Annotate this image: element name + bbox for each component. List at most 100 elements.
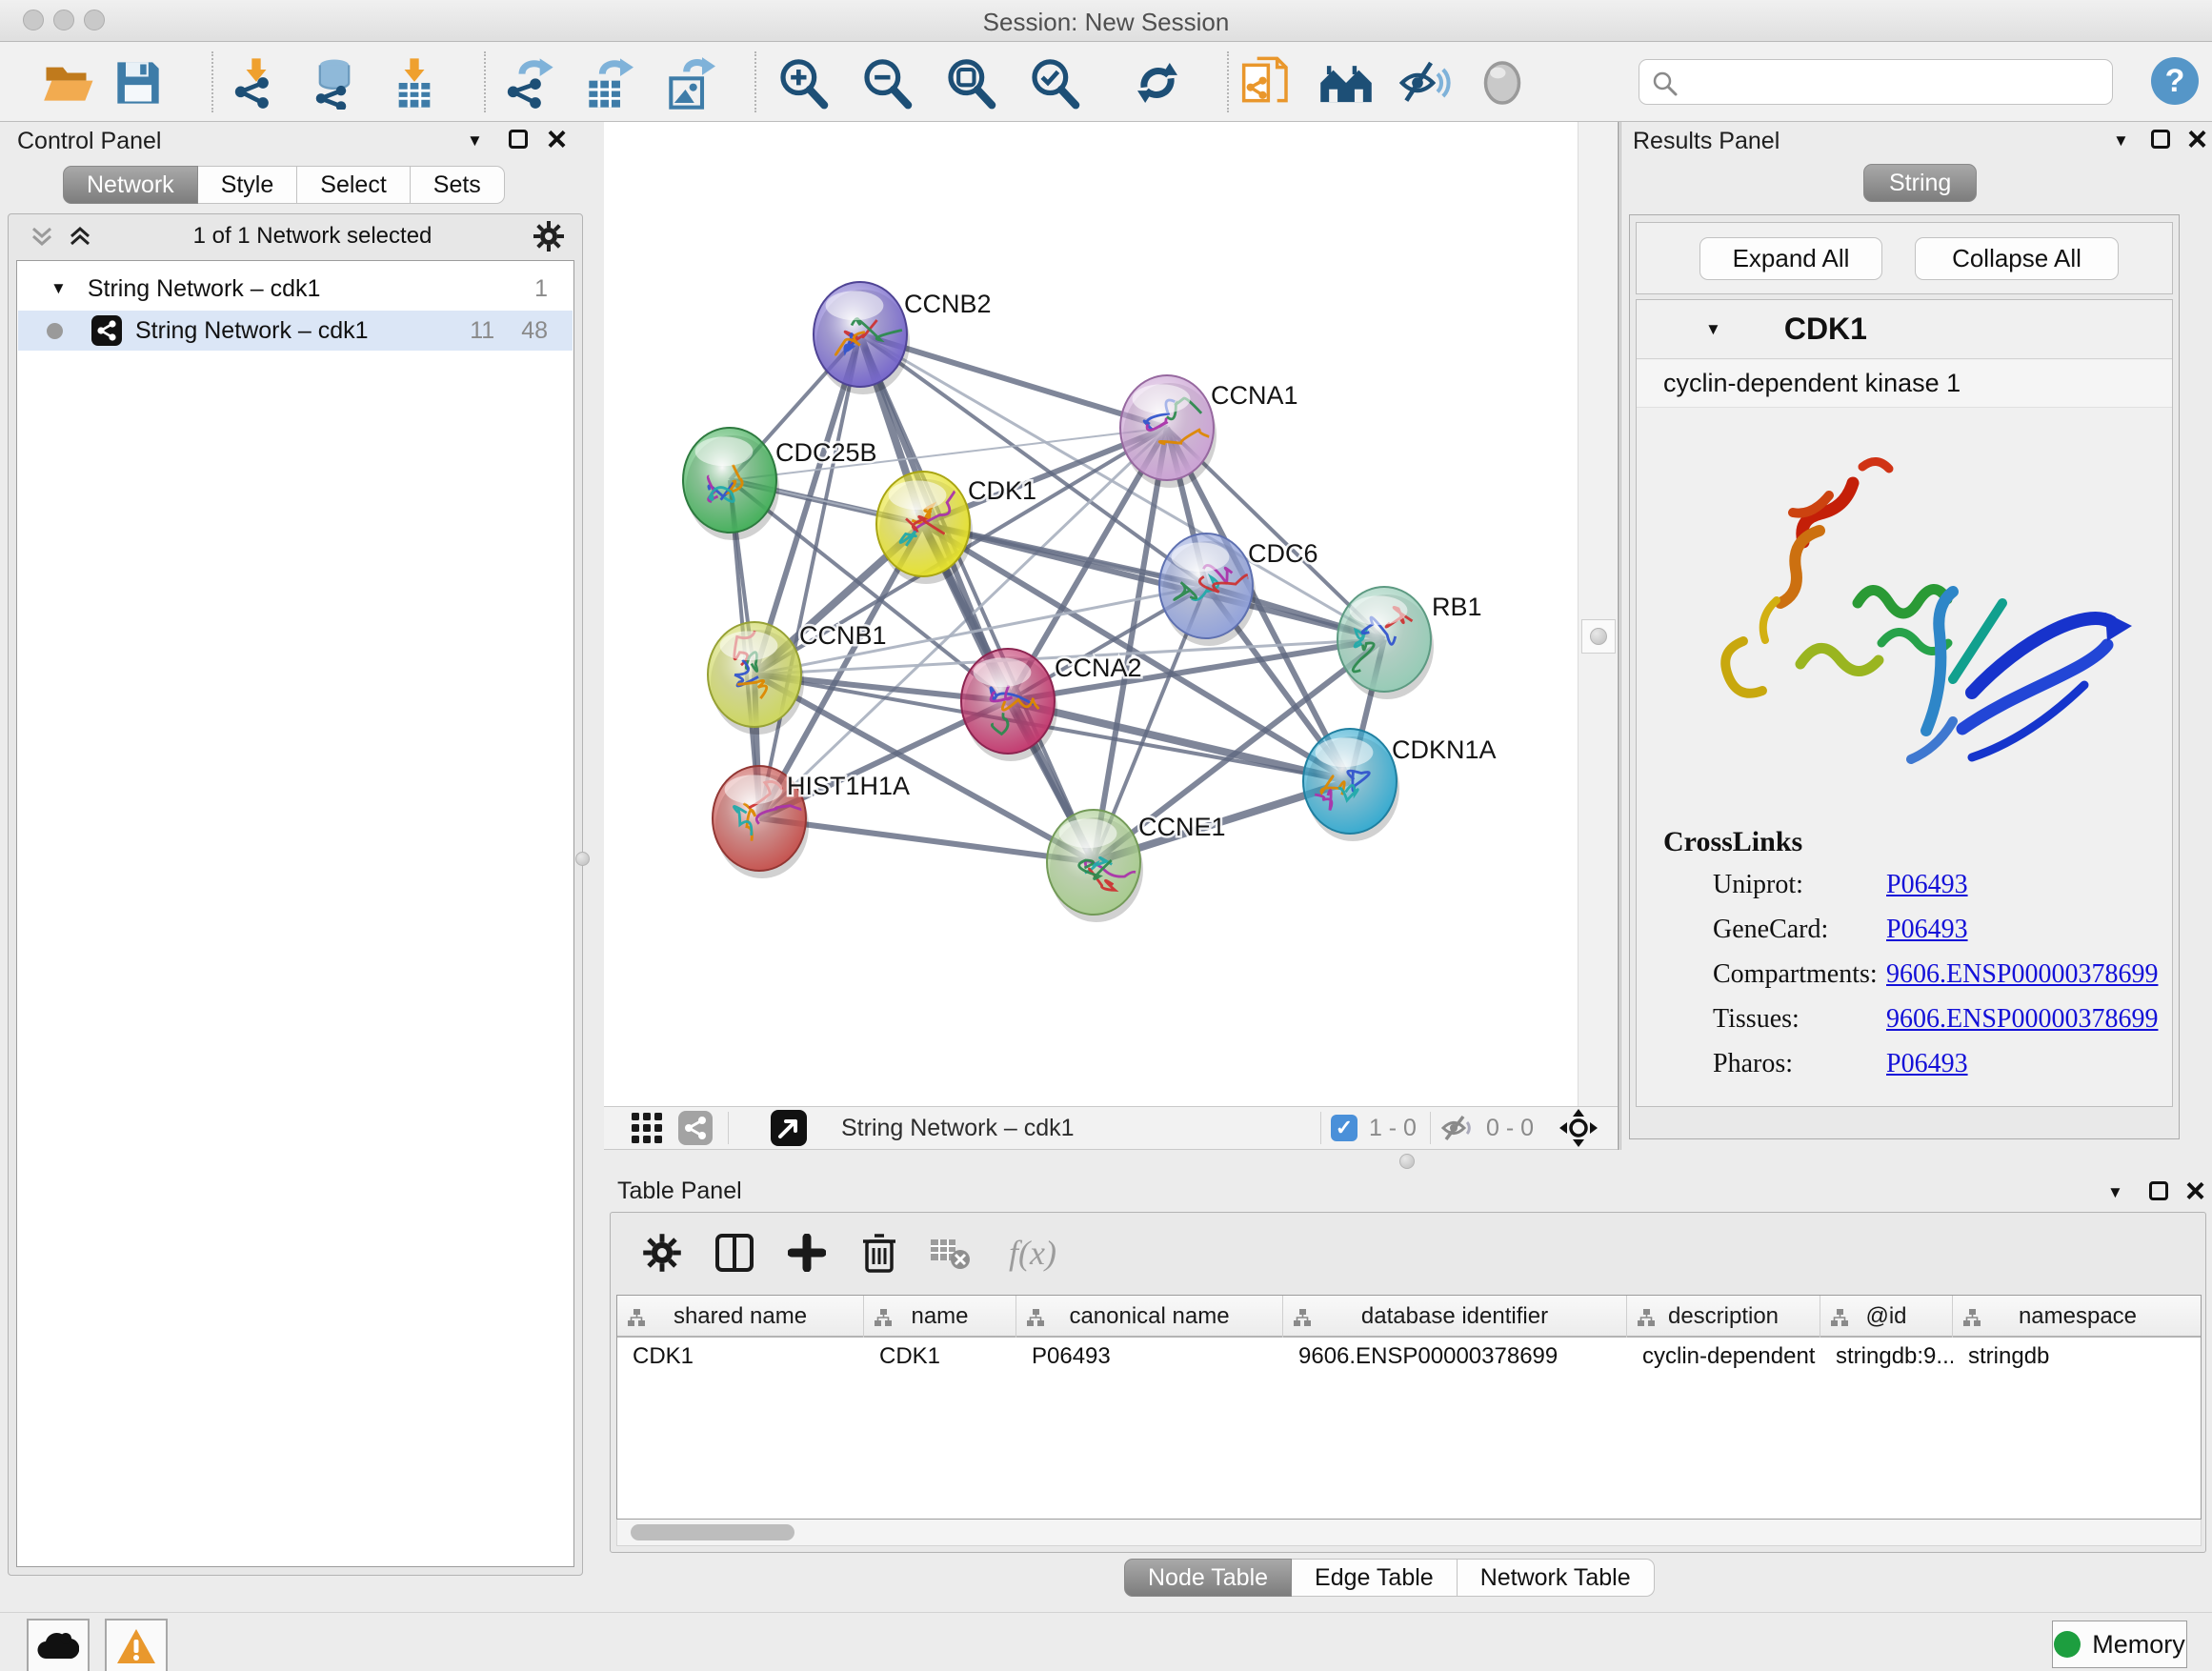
node-CDKN1A[interactable]: CDKN1A [1303,729,1497,841]
selected-nodes-checkbox[interactable]: ✓ [1331,1115,1357,1141]
edge-CCNB2-HIST1H1A[interactable] [759,334,860,818]
column-header--id[interactable]: @id [1820,1296,1953,1338]
tab-select[interactable]: Select [297,166,410,204]
show-all-views-button[interactable] [1318,55,1374,111]
node-CDC25B[interactable]: CDC25B [683,428,877,540]
open-session-button[interactable] [42,55,97,111]
show-columns-button[interactable] [706,1224,763,1281]
tab-edge-table[interactable]: Edge Table [1292,1559,1458,1597]
cloud-status-button[interactable] [27,1619,90,1671]
zoom-selected-button[interactable] [1027,55,1082,111]
function-builder-button[interactable]: f(x) [990,1224,1076,1281]
table-cell[interactable]: stringdb:9... [1820,1338,1953,1376]
close-panel-icon[interactable]: × [547,130,567,149]
grid-view-icon[interactable] [631,1112,663,1144]
tab-sets[interactable]: Sets [411,166,505,204]
float-panel-icon[interactable] [2149,1181,2168,1200]
node-label-CDK1: CDK1 [968,476,1036,505]
gear-icon[interactable] [533,220,565,252]
hide-view-button[interactable] [1397,55,1452,111]
trash-icon [860,1232,898,1274]
column-header-database-identifier[interactable]: database identifier [1283,1296,1627,1338]
help-button[interactable]: ? [2151,57,2199,105]
table-cell[interactable]: cyclin-dependent ... [1627,1338,1820,1376]
clone-network-button[interactable] [1238,55,1294,111]
window-title: Session: New Session [0,8,2212,37]
column-header-canonical-name[interactable]: canonical name [1016,1296,1283,1338]
zoom-fit-button[interactable] [943,55,998,111]
tab-network[interactable]: Network [63,166,198,204]
collapse-all-button[interactable]: Collapse All [1915,237,2119,280]
table-cell[interactable]: P06493 [1016,1338,1283,1376]
zoom-out-icon [860,56,914,110]
expand-all-button[interactable]: Expand All [1699,237,1882,280]
tab-style[interactable]: Style [198,166,298,204]
create-column-button[interactable] [778,1224,835,1281]
node-CDC6[interactable]: CDC6 [1159,534,1318,646]
zoom-in-button[interactable] [775,55,831,111]
edge-HIST1H1A-CCNE1[interactable] [759,818,1094,862]
table-cell[interactable]: CDK1 [864,1338,1016,1376]
node-CCNB2[interactable]: CCNB2 [814,282,992,394]
crosslink-value-link[interactable]: P06493 [1886,915,1968,945]
tab-node-table[interactable]: Node Table [1124,1559,1292,1597]
delete-column-button[interactable] [851,1224,908,1281]
collapse-panel-icon[interactable]: ▼ [2113,131,2129,151]
table-cell[interactable]: 9606.ENSP00000378699 [1283,1338,1627,1376]
column-tree-icon [1830,1308,1849,1327]
hidden-items-icon[interactable] [1440,1114,1475,1142]
network-row-selected[interactable]: String Network – cdk1 11 48 [18,311,573,351]
crosslink-value-link[interactable]: P06493 [1886,870,1968,900]
import-table-button[interactable] [387,55,442,111]
float-panel-icon[interactable] [2151,130,2170,149]
network-view-icon[interactable] [678,1111,713,1145]
save-session-button[interactable] [111,55,166,111]
float-panel-icon[interactable] [509,130,528,149]
node-CDK1[interactable]: CDK1 [876,472,1036,584]
table-cell[interactable]: stringdb [1953,1338,2202,1376]
search-input[interactable] [1685,64,2104,100]
column-header-description[interactable]: description [1627,1296,1820,1338]
zoom-out-button[interactable] [859,55,915,111]
column-header-name[interactable]: name [864,1296,1016,1338]
show-view-button[interactable] [1475,55,1530,111]
right-splitter-handle[interactable] [1581,619,1616,654]
network-canvas[interactable]: CCNB2CCNA1CDC25BCDK1CDC6RB1CCNB1CCNA2CDK… [604,122,1578,1106]
column-header-shared-name[interactable]: shared name [617,1296,864,1338]
tab-string[interactable]: String [1863,164,1977,202]
crosslink-value-link[interactable]: P06493 [1886,1049,1968,1079]
close-panel-icon[interactable]: × [2187,130,2207,149]
table-row[interactable]: CDK1CDK1P064939606.ENSP00000378699cyclin… [617,1338,2201,1376]
crosslink-value-link[interactable]: 9606.ENSP00000378699 [1886,1004,2158,1035]
collapse-all-icon[interactable] [30,223,54,250]
tab-network-table[interactable]: Network Table [1458,1559,1655,1597]
section-collapse-icon[interactable]: ▼ [1705,320,1721,339]
expand-all-icon[interactable] [68,223,92,250]
network-collection-row[interactable]: ▼ String Network – cdk1 1 [18,269,573,309]
warnings-button[interactable] [105,1619,168,1671]
collapse-panel-icon[interactable]: ▼ [2107,1183,2123,1202]
table-hscrollbar[interactable] [616,1520,2202,1546]
crosslink-value-link[interactable]: 9606.ENSP00000378699 [1886,959,2158,990]
export-table-button[interactable] [579,55,634,111]
table-cell[interactable]: CDK1 [617,1338,864,1376]
cdk1-section-header[interactable]: ▼ CDK1 [1637,300,2172,359]
close-panel-icon[interactable]: × [2185,1181,2205,1200]
memory-button[interactable]: Memory [2052,1621,2187,1668]
detach-view-icon[interactable] [771,1110,807,1146]
delete-table-button[interactable] [921,1224,978,1281]
tree-expand-icon[interactable]: ▼ [50,279,67,298]
table-settings-button[interactable] [633,1224,691,1281]
left-splitter-handle[interactable] [568,844,596,873]
import-database-button[interactable] [307,55,362,111]
export-network-button[interactable] [501,55,556,111]
export-image-button[interactable] [661,55,716,111]
refresh-layout-button[interactable] [1130,55,1185,111]
import-network-button[interactable] [229,55,284,111]
node-RB1[interactable]: RB1 [1337,587,1482,699]
collapse-panel-icon[interactable]: ▼ [467,131,483,151]
birds-eye-icon[interactable] [1558,1108,1599,1148]
node-HIST1H1A[interactable]: HIST1H1A [713,766,910,878]
column-header-namespace[interactable]: namespace [1953,1296,2202,1338]
scrollbar-thumb[interactable] [631,1524,794,1540]
